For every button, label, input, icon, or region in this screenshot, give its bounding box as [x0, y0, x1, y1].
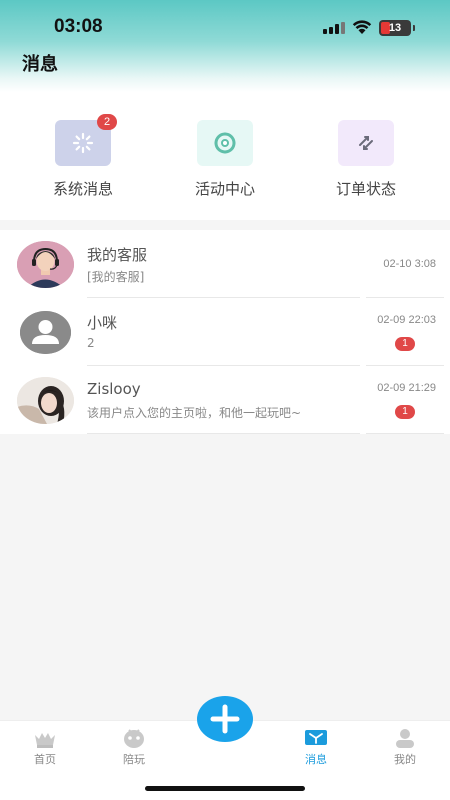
home-indicator [145, 786, 305, 791]
conversation-name: 小咪 [87, 314, 118, 332]
message-icon [304, 727, 328, 749]
game-icon [122, 727, 146, 749]
header: 03:08 13 消息 [0, 0, 450, 92]
page-title: 消息 [22, 54, 58, 75]
conversation-row-support[interactable]: 我的客服 [我的客服] 02-10 3:08 [0, 230, 450, 298]
conversation-list: 我的客服 [我的客服] 02-10 3:08 小咪 2 02-09 22:03 … [0, 230, 450, 434]
default-avatar [20, 311, 71, 354]
tab-profile[interactable]: 我的 [375, 727, 435, 767]
conversation-row-xiaomi[interactable]: 小咪 2 02-09 22:03 1 [0, 298, 450, 366]
signal-icon [323, 22, 345, 34]
battery-level: 13 [388, 22, 402, 34]
tab-label: 消息 [305, 753, 327, 766]
system-messages-label: 系统消息 [52, 180, 113, 198]
status-bar: 03:08 13 [0, 0, 450, 50]
system-messages-button[interactable]: 2 系统消息 [23, 114, 143, 199]
wifi-icon [352, 20, 372, 34]
conversation-time: 02-09 21:29 [377, 382, 436, 394]
order-status-button[interactable]: 订单状态 [306, 120, 426, 199]
add-button[interactable] [197, 696, 253, 742]
support-avatar [17, 241, 74, 288]
battery-icon: 13 [379, 20, 411, 36]
conversation-preview: [我的客服] [87, 270, 145, 284]
divider [366, 433, 444, 434]
conversation-row-zislooy[interactable]: Zislooy 该用户点入您的主页啦，和他一起玩吧~ 02-09 21:29 1 [0, 366, 450, 434]
battery-cap [413, 25, 415, 31]
order-status-label: 订单状态 [335, 180, 396, 198]
tab-label: 我的 [394, 753, 416, 766]
tab-companion[interactable]: 陪玩 [104, 727, 164, 767]
quick-actions: 2 系统消息 活动中心 订单状态 [0, 92, 450, 220]
unread-badge: 1 [395, 337, 415, 351]
status-time: 03:08 [54, 16, 103, 37]
photo-avatar [17, 377, 74, 424]
activity-center-label: 活动中心 [194, 180, 255, 198]
plus-icon [210, 704, 240, 734]
home-icon [33, 727, 57, 749]
tab-label: 首页 [34, 753, 56, 766]
sparkle-icon [72, 132, 94, 154]
tab-home[interactable]: 首页 [15, 727, 75, 767]
divider [87, 433, 360, 434]
refresh-icon [359, 136, 373, 150]
conversation-name: Zislooy [87, 380, 141, 398]
conversation-time: 02-09 22:03 [377, 314, 436, 326]
activity-center-button[interactable]: 活动中心 [165, 120, 285, 199]
profile-icon [393, 727, 417, 749]
quick-icon-tile [338, 120, 394, 166]
system-messages-badge: 2 [97, 114, 117, 130]
tab-label: 陪玩 [123, 753, 145, 766]
quick-icon-tile: 2 [55, 114, 117, 166]
conversation-time: 02-10 3:08 [383, 258, 436, 270]
conversation-name: 我的客服 [87, 246, 148, 264]
swirl-icon [214, 132, 236, 154]
unread-badge: 1 [395, 405, 415, 419]
tab-messages[interactable]: 消息 [286, 727, 346, 767]
conversation-preview: 2 [87, 336, 95, 350]
conversation-preview: 该用户点入您的主页啦，和他一起玩吧~ [87, 406, 302, 420]
quick-icon-tile [197, 120, 253, 166]
